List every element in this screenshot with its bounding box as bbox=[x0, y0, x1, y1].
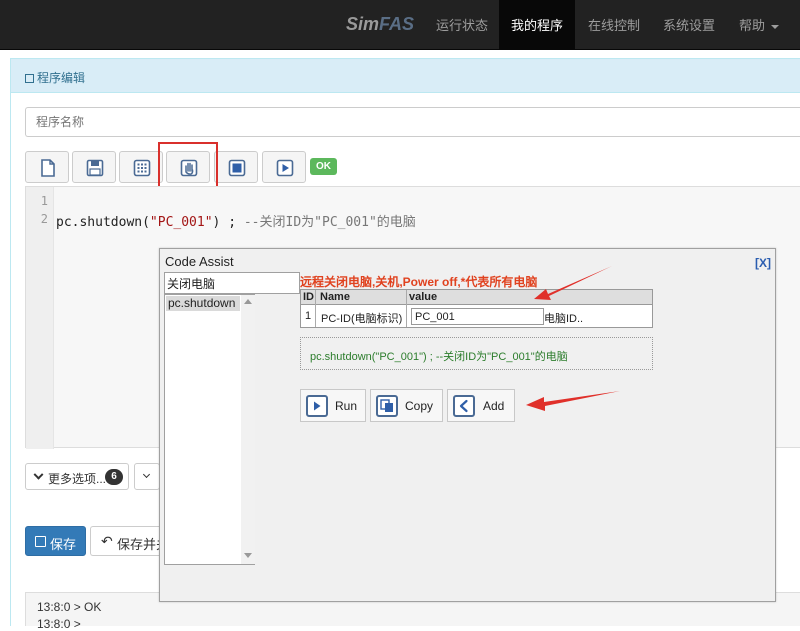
row-hint: 电脑ID.. bbox=[544, 313, 584, 325]
status-badge: OK bbox=[310, 158, 337, 175]
function-description: 远程关闭电脑,关机,Power off,*代表所有电脑 bbox=[300, 275, 538, 289]
line-number: 1 bbox=[40, 194, 48, 208]
function-search-input[interactable] bbox=[164, 272, 300, 294]
nav-item-help[interactable]: 帮助 bbox=[727, 0, 791, 50]
save-icon bbox=[86, 159, 104, 177]
undo-arrow-icon: ↶ bbox=[101, 533, 113, 549]
chevron-left-icon bbox=[453, 395, 475, 417]
program-name-input[interactable] bbox=[25, 107, 800, 137]
dialog-title: Code Assist bbox=[165, 254, 234, 269]
chevron-down-icon bbox=[142, 470, 151, 479]
code-assist-grid-button[interactable] bbox=[119, 151, 163, 183]
parameter-table: ID Name value 1 PC-ID(电脑标识) 电脑ID.. bbox=[300, 289, 653, 328]
panel-heading: 程序编辑 bbox=[11, 59, 800, 93]
more-options-button[interactable]: 更多选项... 6 bbox=[25, 463, 129, 490]
row-name: PC-ID(电脑标识) bbox=[321, 313, 403, 325]
caret-down-icon bbox=[771, 24, 780, 29]
copy-button[interactable]: Copy bbox=[370, 389, 443, 422]
nav-item-run-status[interactable]: 运行状态 bbox=[424, 0, 500, 50]
run-button[interactable]: Run bbox=[300, 389, 366, 422]
brand-logo[interactable]: SimFAS bbox=[346, 14, 414, 35]
play-icon bbox=[276, 159, 294, 177]
stop-button[interactable] bbox=[214, 151, 258, 183]
grid-icon bbox=[133, 159, 151, 177]
list-item[interactable]: pc.shutdown bbox=[166, 296, 240, 311]
new-file-button[interactable] bbox=[25, 151, 69, 183]
annotation-highlight-box bbox=[158, 142, 218, 192]
scrollbar[interactable] bbox=[241, 295, 255, 564]
top-navbar: SimFAS 运行状态 我的程序 在线控制 系统设置 帮助 bbox=[0, 0, 800, 50]
new-file-icon bbox=[41, 159, 55, 177]
square-icon bbox=[25, 74, 34, 83]
scroll-down-icon[interactable] bbox=[244, 553, 252, 558]
options-dropdown-toggle[interactable] bbox=[134, 463, 160, 490]
save-and-close-button[interactable]: ↶ 保存并关 bbox=[90, 526, 160, 556]
console-line: 13:8:0 > OK bbox=[37, 600, 102, 614]
line-number: 2 bbox=[40, 212, 48, 226]
column-header: ID bbox=[303, 291, 314, 303]
nav-item-online-control[interactable]: 在线控制 bbox=[576, 0, 652, 50]
code-line[interactable]: pc.shutdown("PC_001") ; --关闭ID为"PC_001"的… bbox=[56, 211, 416, 230]
close-button[interactable]: [X] bbox=[755, 256, 771, 270]
floppy-icon bbox=[35, 536, 46, 547]
column-header: value bbox=[409, 291, 438, 303]
stop-icon bbox=[228, 159, 246, 177]
row-id: 1 bbox=[305, 310, 312, 322]
parameter-value-input[interactable] bbox=[411, 308, 544, 325]
add-button[interactable]: Add bbox=[447, 389, 515, 422]
code-assist-dialog: Code Assist [X] pc.shutdown 远程关闭电脑,关机,Po… bbox=[159, 248, 776, 602]
save-file-button[interactable] bbox=[72, 151, 116, 183]
chevron-down-icon bbox=[33, 469, 44, 480]
scroll-up-icon[interactable] bbox=[244, 299, 252, 304]
panel-title: 程序编辑 bbox=[25, 69, 85, 86]
function-list[interactable]: pc.shutdown bbox=[164, 294, 255, 565]
save-button[interactable]: 保存 bbox=[25, 526, 86, 556]
line-number-gutter: 1 2 bbox=[26, 187, 54, 449]
nav-item-my-programs[interactable]: 我的程序 bbox=[499, 0, 576, 50]
nav-item-system-settings[interactable]: 系统设置 bbox=[651, 0, 727, 50]
run-button[interactable] bbox=[262, 151, 306, 183]
column-header: Name bbox=[320, 291, 350, 303]
play-icon bbox=[306, 395, 328, 417]
copy-icon bbox=[376, 395, 398, 417]
table-header: ID Name value bbox=[301, 290, 652, 305]
count-badge: 6 bbox=[105, 469, 123, 485]
console-line: 13:8:0 > bbox=[37, 617, 81, 631]
code-preview: pc.shutdown("PC_001") ; --关闭ID为"PC_001"的… bbox=[300, 337, 653, 370]
